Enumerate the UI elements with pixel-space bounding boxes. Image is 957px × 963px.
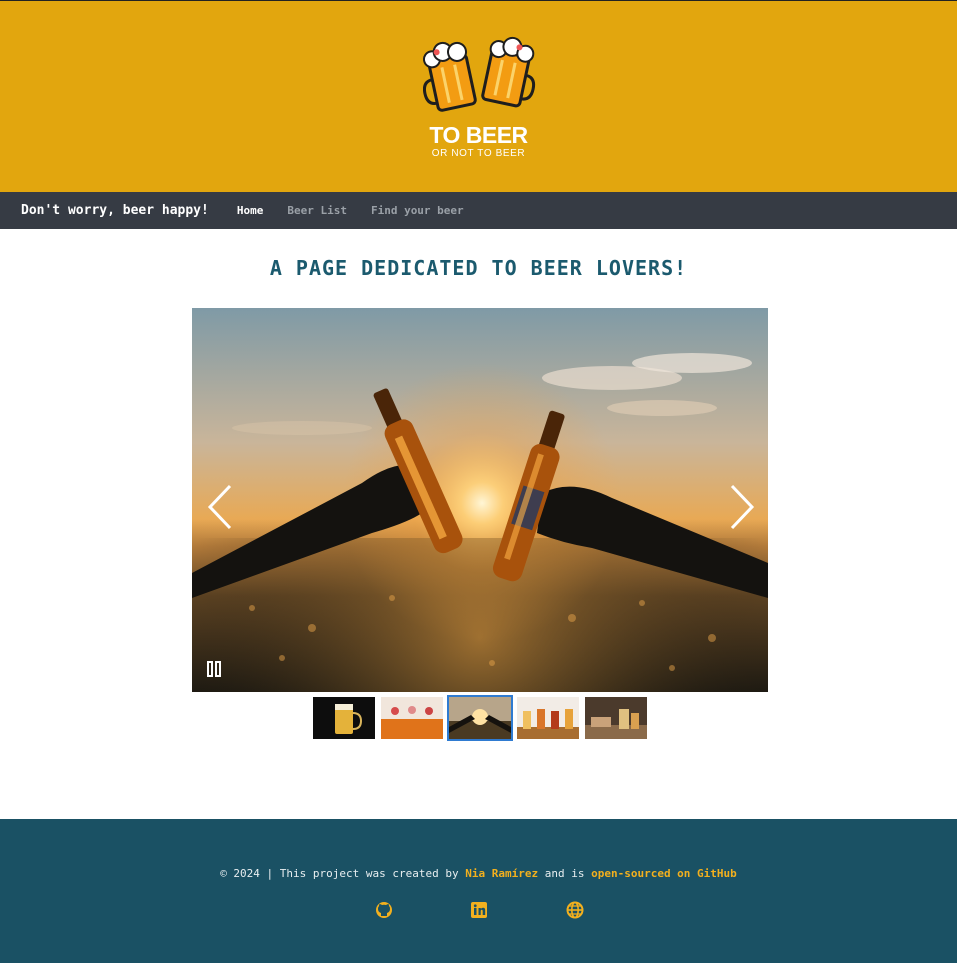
- nav-link-home[interactable]: Home: [237, 204, 264, 217]
- carousel-thumbnails: [313, 695, 653, 741]
- site-header: TO BEER OR NOT TO BEER: [0, 0, 957, 192]
- footer-credit: © 2024 | This project was created by Nia…: [0, 867, 957, 880]
- navbar: Don't worry, beer happy! Home Beer List …: [0, 192, 957, 229]
- nav-link-beer-list[interactable]: Beer List: [287, 204, 347, 217]
- thumbnail-3[interactable]: [447, 695, 513, 741]
- carousel-pause-button[interactable]: [206, 660, 222, 678]
- linkedin-icon[interactable]: [470, 901, 488, 919]
- nav-link-find-your-beer[interactable]: Find your beer: [371, 204, 464, 217]
- carousel-prev-button[interactable]: [202, 482, 238, 532]
- logo-title: TO BEER: [429, 122, 528, 148]
- github-icon[interactable]: [375, 901, 393, 919]
- nav-brand[interactable]: Don't worry, beer happy!: [21, 203, 209, 218]
- nav-links: Home Beer List Find your beer: [237, 204, 488, 217]
- thumbnail-5[interactable]: [585, 697, 647, 739]
- thumbnail-4[interactable]: [517, 697, 579, 739]
- beer-mugs-logo-icon: [423, 36, 536, 112]
- credit-middle: and is: [544, 867, 585, 880]
- globe-icon[interactable]: [566, 901, 584, 919]
- carousel-next-button[interactable]: [724, 482, 760, 532]
- logo-subtitle: OR NOT TO BEER: [431, 148, 526, 159]
- page-headline: A PAGE DEDICATED TO BEER LOVERS!: [269, 256, 688, 280]
- thumbnail-1[interactable]: [313, 697, 375, 739]
- credit-prefix: © 2024 | This project was created by: [220, 867, 459, 880]
- image-carousel: [192, 308, 768, 692]
- github-repo-link[interactable]: open-sourced on GitHub: [591, 867, 737, 880]
- site-footer: © 2024 | This project was created by Nia…: [0, 819, 957, 963]
- author-link[interactable]: Nia Ramírez: [465, 867, 538, 880]
- social-links: [0, 901, 957, 921]
- thumbnail-2[interactable]: [381, 697, 443, 739]
- carousel-slide-image: [192, 308, 768, 692]
